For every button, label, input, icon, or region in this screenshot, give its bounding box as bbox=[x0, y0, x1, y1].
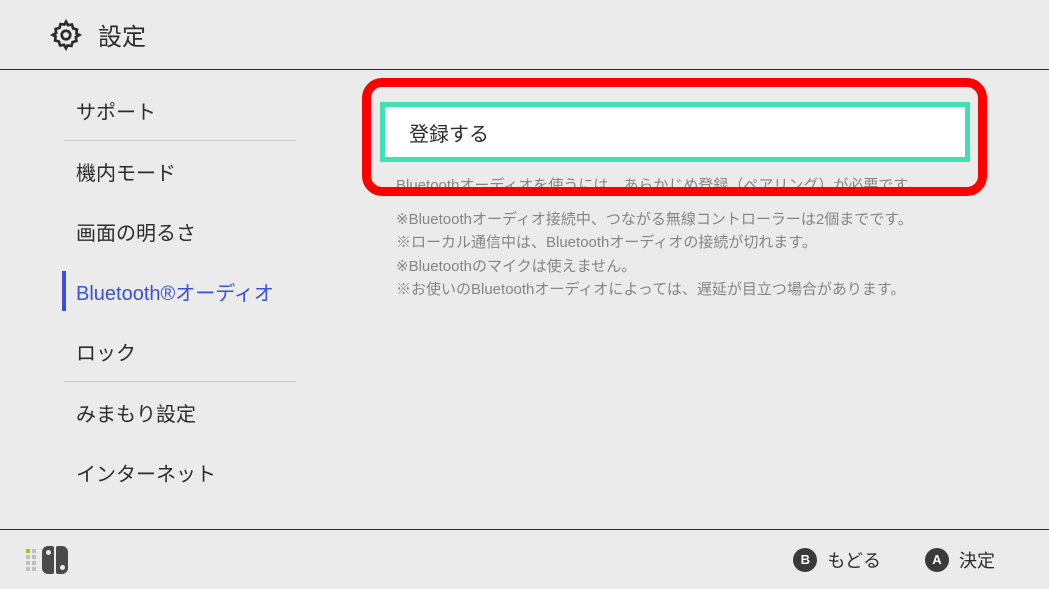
sidebar-item-screen-brightness[interactable]: 画面の明るさ bbox=[0, 201, 360, 261]
sidebar-item-label: Bluetooth®オーディオ bbox=[76, 277, 274, 306]
sidebar-item-bluetooth-audio[interactable]: Bluetooth®オーディオ bbox=[0, 261, 360, 321]
confirm-label: 決定 bbox=[959, 547, 995, 573]
content-panel: 登録する Bluetoothオーディオを使うには、あらかじめ登録（ペアリング）が… bbox=[360, 70, 1049, 529]
body: サポート 機内モード 画面の明るさ Bluetooth®オーディオ ロック みま… bbox=[0, 70, 1049, 529]
sidebar-item-internet[interactable]: インターネット bbox=[0, 442, 360, 502]
footer: B もどる A 決定 bbox=[0, 529, 1049, 589]
confirm-button[interactable]: A 決定 bbox=[925, 547, 995, 573]
player-indicator-icon bbox=[26, 549, 36, 571]
b-button-icon: B bbox=[793, 548, 817, 572]
sidebar-item-support[interactable]: サポート bbox=[0, 80, 360, 140]
note-line: ※Bluetoothオーディオ接続中、つながる無線コントローラーは2個までです。 bbox=[396, 208, 913, 231]
joycon-icon bbox=[42, 546, 68, 574]
sidebar-item-parental-controls[interactable]: みまもり設定 bbox=[0, 382, 360, 442]
sidebar-item-airplane-mode[interactable]: 機内モード bbox=[0, 141, 360, 201]
footer-actions: B もどる A 決定 bbox=[793, 547, 995, 573]
gear-icon bbox=[50, 19, 82, 51]
note-line: ※お使いのBluetoothオーディオによっては、遅延が目立つ場合があります。 bbox=[396, 278, 913, 301]
header: 設定 bbox=[0, 0, 1049, 70]
controller-status bbox=[26, 546, 68, 574]
sidebar-item-label: ロック bbox=[76, 337, 136, 366]
note-line: ※Bluetoothのマイクは使えません。 bbox=[396, 255, 913, 278]
sidebar-item-label: サポート bbox=[76, 96, 156, 125]
sidebar: サポート 機内モード 画面の明るさ Bluetooth®オーディオ ロック みま… bbox=[0, 70, 360, 529]
sidebar-item-label: 画面の明るさ bbox=[76, 217, 196, 246]
sidebar-item-label: インターネット bbox=[76, 458, 216, 487]
annotation-highlight bbox=[362, 78, 987, 196]
a-button-icon: A bbox=[925, 548, 949, 572]
back-button[interactable]: B もどる bbox=[793, 547, 881, 573]
sidebar-item-label: みまもり設定 bbox=[76, 398, 196, 427]
sidebar-item-lock[interactable]: ロック bbox=[0, 321, 360, 381]
page-title: 設定 bbox=[98, 17, 146, 52]
sidebar-item-label: 機内モード bbox=[76, 157, 176, 186]
note-line: ※ローカル通信中は、Bluetoothオーディオの接続が切れます。 bbox=[396, 231, 913, 254]
notes: ※Bluetoothオーディオ接続中、つながる無線コントローラーは2個までです。… bbox=[396, 208, 913, 301]
back-label: もどる bbox=[827, 547, 881, 573]
